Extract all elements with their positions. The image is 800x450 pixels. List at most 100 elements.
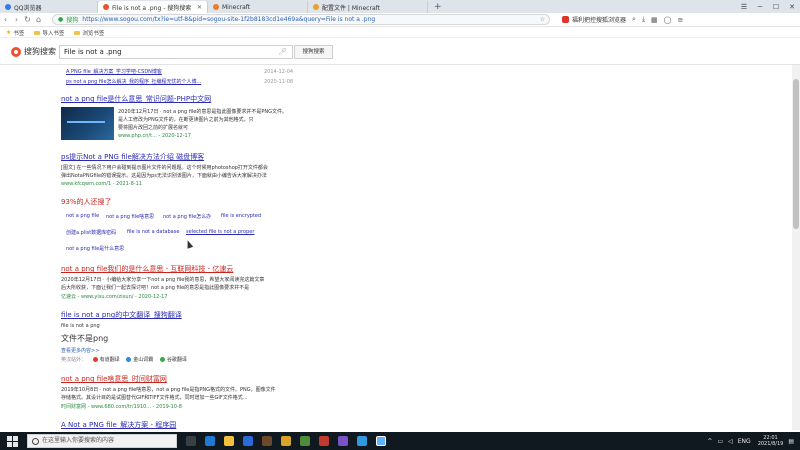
dict-link[interactable]: 金山词霸	[133, 357, 153, 363]
related-search[interactable]: not a png file啥意思	[106, 213, 154, 220]
back-icon[interactable]: ‹	[0, 15, 11, 24]
result-snippet: 是人工修改为PNG文件的，在断更读图片之前为其他格式，只	[118, 117, 254, 123]
search-icon[interactable]: ⌕	[632, 15, 636, 24]
extensions-icon[interactable]: ▦	[651, 16, 658, 24]
bookmarks-bar: ★ 书签 导入书签 浏览书签	[0, 28, 800, 38]
result-cite: www.php.cn/t... - 2020-12-17	[118, 133, 191, 139]
bookmark-item[interactable]: ★ 书签	[6, 29, 24, 37]
translate-source-row: 英汉站外： 有道翻译 金山词霸 谷歌翻译	[61, 356, 187, 363]
result-title[interactable]: ps提示Not a PNG file解决方法介绍 磁盘博客	[61, 152, 204, 162]
close-window-icon[interactable]: ✕	[784, 3, 800, 11]
result-cite: www.kfcqwm.com/1 - 2021-8-11	[61, 181, 142, 187]
tab-label: 配置文件 | Minecraft	[322, 4, 380, 12]
app-icon[interactable]	[300, 436, 310, 446]
related-search[interactable]: not a png file怎么办	[163, 213, 211, 220]
result-title[interactable]: not a png file是什么意思_常识问题-PHP中文网	[61, 94, 211, 104]
translate-result: 文件不是png	[61, 334, 109, 343]
taskbar-search-input[interactable]: 在这里输入你要搜索的内容	[27, 434, 177, 448]
top-link[interactable]: ps not a png file怎么解决_我的程序_社编程无忧的个人博...	[66, 78, 201, 85]
related-search[interactable]: not a png file是什么意思	[66, 245, 124, 252]
close-icon[interactable]: ✕	[193, 4, 202, 11]
microphone-icon[interactable]: 🎤︎	[278, 48, 287, 56]
related-search[interactable]: selected file is not a proper	[186, 229, 254, 235]
notification-icon[interactable]: ▤	[788, 438, 794, 445]
minecraft-icon	[213, 4, 219, 10]
secure-label: 搜狗	[66, 17, 79, 24]
minimize-icon[interactable]: ─	[752, 3, 768, 11]
app-icon[interactable]	[338, 436, 348, 446]
minecraft-launcher-icon[interactable]	[262, 436, 272, 446]
top-link[interactable]: A PNG file_解决方案_学习学吧-CSDN博客	[66, 68, 162, 75]
new-tab-button[interactable]: +	[428, 1, 448, 13]
folder-icon	[74, 30, 81, 35]
translate-label: 英汉站外：	[61, 357, 87, 363]
search-input[interactable]: File is not a .png 🎤︎	[59, 45, 293, 59]
refresh-icon[interactable]: ↻	[22, 15, 33, 24]
related-search[interactable]: file is encrypted	[221, 213, 261, 219]
menu-icon[interactable]: ☰	[736, 3, 752, 11]
result-cite: 亿速云 - www.yisu.com/zixun/ - 2020-12-17	[61, 294, 168, 300]
dict-link[interactable]: 有道翻译	[100, 357, 120, 363]
file-explorer-icon[interactable]	[224, 436, 234, 446]
network-icon[interactable]: ▭	[717, 438, 723, 445]
sogou-logo[interactable]: 搜狗搜索	[11, 46, 56, 57]
result-title[interactable]: not a png file我们的是什么意思 - 互联网科技 - 亿速云	[61, 264, 233, 274]
result-title[interactable]: not a png file啥意思_时间财富网	[61, 374, 167, 384]
windows-start-icon[interactable]	[5, 434, 19, 448]
clock-date: 2021/8/19	[757, 441, 784, 447]
related-heading: 93%的人还搜了	[61, 198, 112, 206]
top-link-date: 2014-12-04	[264, 69, 294, 75]
page-scrollbar[interactable]	[792, 65, 800, 430]
google-icon	[159, 357, 165, 362]
app-icon[interactable]	[319, 436, 329, 446]
sogou-icon	[103, 4, 109, 10]
result-snippet: 2019年10月8日 · not a png file啥意思，not a png…	[61, 387, 276, 393]
language-indicator[interactable]: ENG	[738, 438, 751, 445]
forward-icon[interactable]: ›	[11, 15, 22, 24]
home-icon[interactable]: ⌂	[33, 15, 44, 24]
more-menu-icon[interactable]: ≡	[678, 16, 684, 24]
chevron-up-icon[interactable]: ^	[707, 438, 712, 445]
star-icon: ★	[6, 29, 12, 36]
related-search[interactable]: file is not a database	[127, 229, 179, 235]
dict-link[interactable]: 谷歌翻译	[167, 357, 187, 363]
maximize-icon[interactable]: ☐	[768, 3, 784, 11]
bookmark-item[interactable]: 导入书签	[34, 29, 64, 37]
translate-more-link[interactable]: 查看更多内容>>	[61, 347, 99, 354]
promo-text[interactable]: 福利把控搜狐浏览器	[572, 15, 626, 24]
qq-browser-taskbar-icon[interactable]	[376, 436, 386, 446]
volume-icon[interactable]: ◁	[728, 438, 733, 445]
user-icon[interactable]: ◯	[664, 16, 672, 24]
related-search[interactable]: not a png file	[66, 213, 99, 219]
bookmark-item[interactable]: 浏览书签	[74, 29, 104, 37]
url-input[interactable]: ● 搜狗 https://www.sogou.com/tx?ie=utf-8&p…	[52, 14, 550, 25]
logo-text: 搜狗搜索	[24, 47, 56, 56]
app-icon[interactable]	[357, 436, 367, 446]
store-icon[interactable]	[243, 436, 253, 446]
scrollbar-thumb[interactable]	[793, 79, 799, 229]
bookmark-label: 书签	[13, 30, 25, 37]
result-snippet: 2020年12月17日 · not a png file的意思是指此图像要求并不…	[118, 109, 288, 115]
related-search[interactable]: 创建a.plist数据库密码	[66, 229, 116, 236]
search-query-text: File is not a .png	[64, 48, 122, 56]
translate-source: file is not a png	[61, 323, 100, 329]
secure-lock-icon: ●	[58, 16, 64, 23]
search-button[interactable]: 搜狗搜索	[294, 45, 333, 59]
youdao-icon	[92, 357, 98, 362]
download-icon[interactable]: ⤓	[642, 15, 645, 24]
tab-minecraft[interactable]: Minecraft	[208, 1, 308, 13]
result-thumbnail[interactable]	[61, 107, 114, 140]
tab-sogou-search[interactable]: File is not a .png - 搜狗搜索 ✕	[98, 1, 208, 13]
tab-bar: QQ浏览器 File is not a .png - 搜狗搜索 ✕ Minecr…	[0, 0, 800, 13]
edge-icon[interactable]	[205, 436, 215, 446]
bookmark-label: 导入书签	[42, 30, 65, 37]
result-title[interactable]: A Not a PNG file_解决方案 - 程序园	[61, 420, 176, 430]
star-bookmark-icon[interactable]: ☆	[540, 16, 545, 23]
tab-qq-browser[interactable]: QQ浏览器	[0, 1, 98, 13]
clock[interactable]: 22:01 2021/8/19	[758, 435, 784, 447]
task-view-icon[interactable]	[186, 436, 196, 446]
tab-config-minecraft[interactable]: 配置文件 | Minecraft	[308, 1, 428, 13]
window-controls: ☰ ─ ☐ ✕	[736, 0, 800, 13]
translate-title[interactable]: file is not a png的中文翻译_搜狗翻译	[61, 310, 182, 320]
app-icon[interactable]	[281, 436, 291, 446]
